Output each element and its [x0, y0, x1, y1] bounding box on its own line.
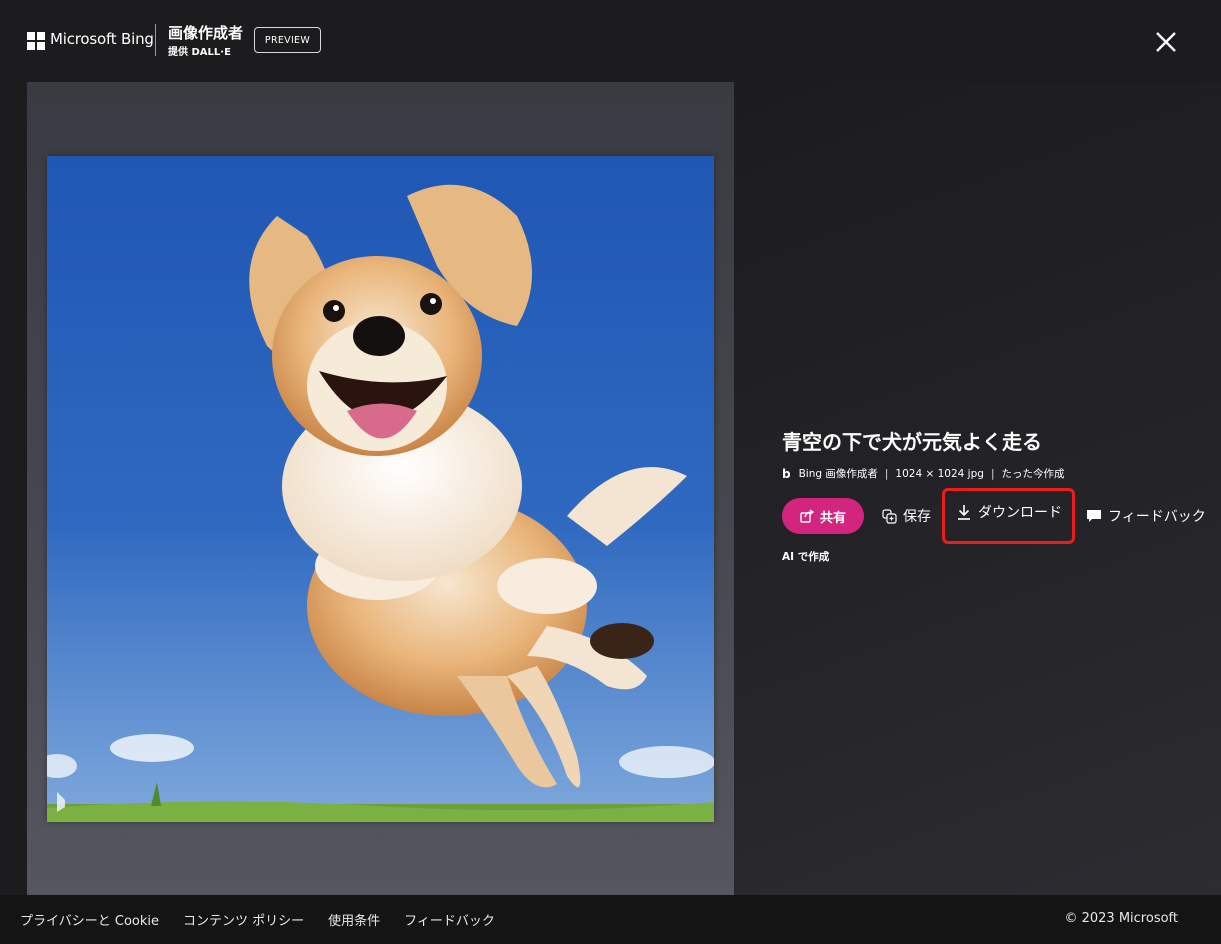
- share-label: 共有: [819, 510, 846, 526]
- product-title[interactable]: 画像作成者: [168, 22, 243, 43]
- header: Microsoft Bing 画像作成者 提供 DALL·E PREVIEW: [0, 0, 1221, 82]
- meta-separator: |: [990, 467, 995, 480]
- collection-plus-icon: [882, 508, 897, 524]
- footer: プライバシーと Cookie コンテンツ ポリシー 使用条件 フィードバック ©…: [0, 895, 1221, 944]
- action-bar: 共有 保存 ダウンロード フィードバック: [782, 488, 1212, 544]
- save-button[interactable]: 保存: [882, 498, 931, 534]
- header-divider: [155, 24, 156, 56]
- feedback-button[interactable]: フィードバック: [1086, 498, 1206, 534]
- share-button[interactable]: 共有: [782, 498, 864, 534]
- copyright: © 2023 Microsoft: [1064, 911, 1178, 926]
- meta-separator: |: [884, 467, 889, 480]
- meta-dimensions: 1024 × 1024 jpg: [895, 467, 984, 480]
- preview-badge: PREVIEW: [254, 27, 321, 53]
- footer-links: プライバシーと Cookie コンテンツ ポリシー 使用条件 フィードバック: [0, 910, 519, 929]
- image-meta: b Bing 画像作成者 | 1024 × 1024 jpg | たった今作成: [782, 466, 1064, 481]
- download-label: ダウンロード: [978, 505, 1062, 521]
- brand-name[interactable]: Microsoft Bing: [50, 30, 154, 48]
- footer-link-content-policy[interactable]: コンテンツ ポリシー: [183, 910, 304, 929]
- footer-link-terms[interactable]: 使用条件: [328, 910, 380, 929]
- share-icon: [800, 509, 814, 523]
- image-title: 青空の下で犬が元気よく走る: [782, 430, 1042, 454]
- footer-link-feedback[interactable]: フィードバック: [404, 910, 495, 929]
- microsoft-logo-icon: [27, 32, 45, 50]
- footer-link-privacy[interactable]: プライバシーと Cookie: [20, 910, 159, 929]
- feedback-label: フィードバック: [1108, 509, 1206, 525]
- detail-background: [734, 82, 1221, 895]
- close-button[interactable]: [1148, 24, 1184, 60]
- download-icon: [958, 505, 970, 520]
- save-label: 保存: [903, 509, 931, 525]
- download-button[interactable]: ダウンロード: [956, 494, 1062, 530]
- feedback-icon: [1087, 510, 1101, 522]
- close-icon: [1156, 32, 1176, 52]
- meta-created: たった今作成: [1001, 468, 1065, 480]
- product-subtitle: 提供 DALL·E: [168, 47, 231, 58]
- meta-source: Bing 画像作成者: [798, 468, 878, 480]
- ai-generated-label: AI で作成: [782, 551, 830, 563]
- bing-b-icon: b: [782, 466, 791, 481]
- generated-image[interactable]: [47, 156, 714, 822]
